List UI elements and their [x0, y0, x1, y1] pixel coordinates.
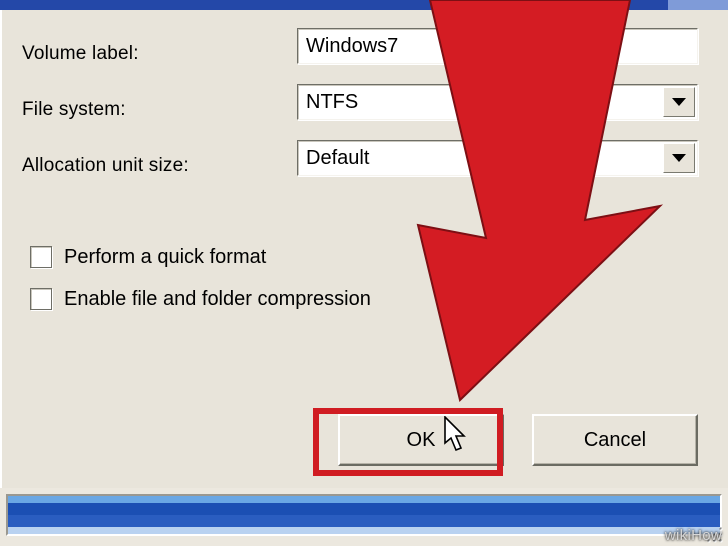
combo-allocation-size[interactable]: Default	[297, 140, 698, 176]
input-volume-value: Windows7	[306, 35, 398, 58]
input-volume-label[interactable]: Windows7	[297, 28, 698, 64]
button-bar: OK Cancel	[310, 414, 698, 466]
label-compression: Enable file and folder compression	[64, 288, 371, 311]
format-dialog: Volume label: Windows7 File system: NTFS…	[0, 10, 728, 488]
format-dialog-screenshot: Volume label: Windows7 File system: NTFS…	[0, 0, 728, 546]
label-allocation-size: Allocation unit size:	[22, 155, 282, 177]
ok-button[interactable]: OK	[338, 414, 504, 466]
chevron-down-icon	[672, 98, 686, 106]
ok-button-label: OK	[407, 429, 436, 452]
combo-file-system-button[interactable]	[663, 87, 695, 117]
combo-allocation-value: Default	[298, 143, 661, 174]
combo-file-system-value: NTFS	[298, 87, 661, 118]
row-quick-format: Perform a quick format	[30, 242, 266, 272]
checkbox-quick-format[interactable]	[30, 246, 52, 268]
watermark: wikiHow	[665, 527, 722, 544]
row-compression: Enable file and folder compression	[30, 284, 371, 314]
combo-file-system[interactable]: NTFS	[297, 84, 698, 120]
cancel-button[interactable]: Cancel	[532, 414, 698, 466]
label-quick-format: Perform a quick format	[64, 246, 266, 269]
chevron-down-icon	[672, 154, 686, 162]
status-strip	[0, 488, 728, 546]
combo-allocation-button[interactable]	[663, 143, 695, 173]
label-volume: Volume label:	[22, 43, 282, 65]
cancel-button-label: Cancel	[584, 429, 646, 452]
checkbox-compression[interactable]	[30, 288, 52, 310]
label-file-system: File system:	[22, 99, 282, 121]
